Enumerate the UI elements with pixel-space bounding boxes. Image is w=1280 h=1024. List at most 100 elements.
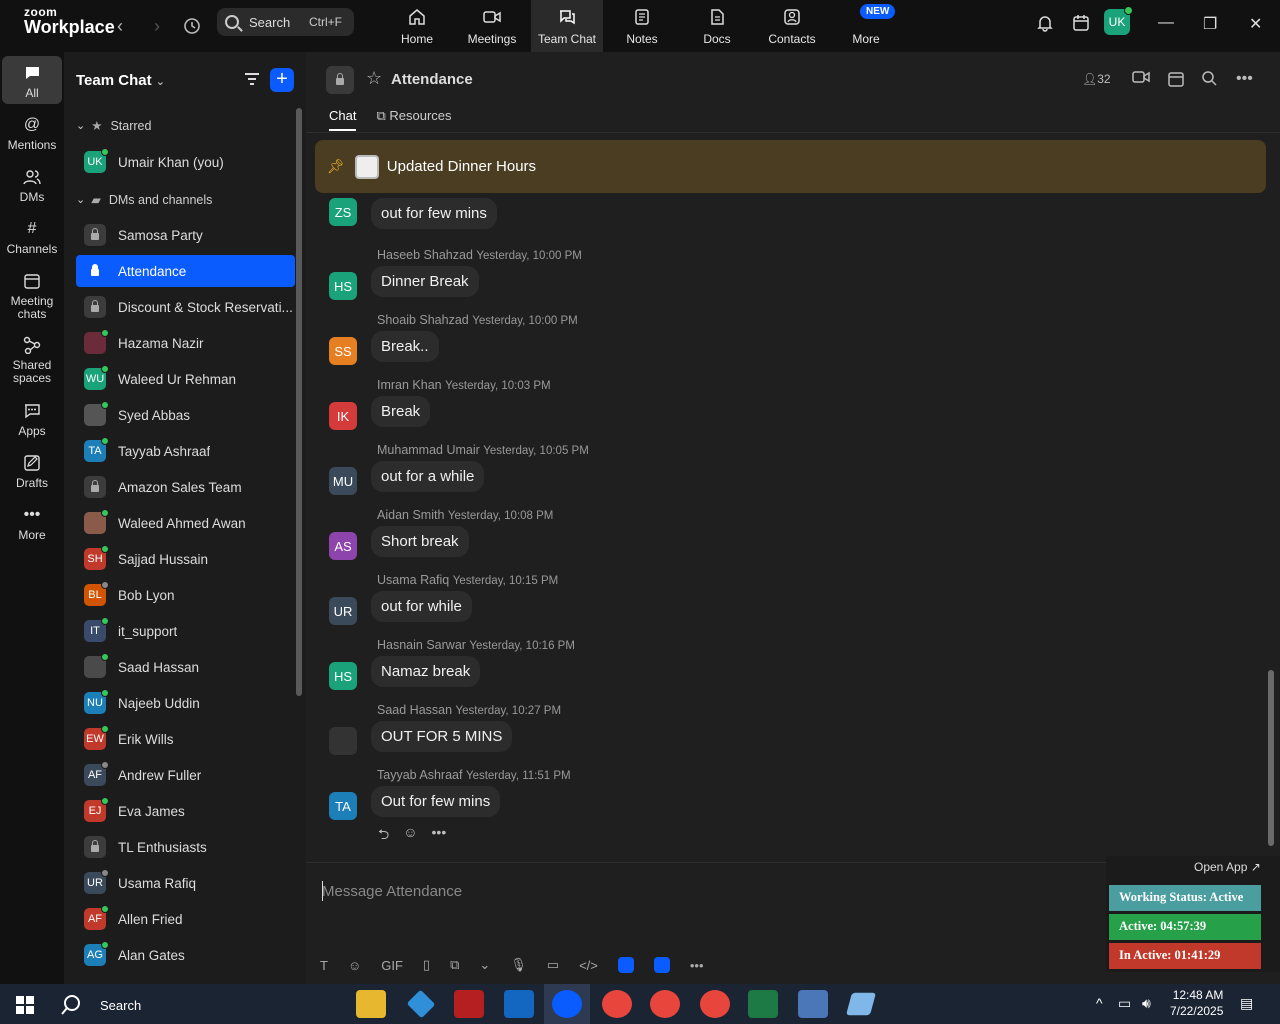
screenshot-icon[interactable]: ⧉: [450, 957, 459, 973]
taskbar-search[interactable]: Search: [60, 994, 141, 1016]
app-icon[interactable]: [653, 957, 670, 973]
network-icon[interactable]: ▭: [1118, 995, 1131, 1012]
sidebar-item[interactable]: IT it_support: [76, 615, 295, 647]
message-bubble[interactable]: out for while: [371, 591, 472, 622]
avatar[interactable]: TA: [329, 792, 357, 820]
tab-chat[interactable]: Chat: [329, 108, 357, 131]
sidebar-item[interactable]: Waleed Ahmed Awan: [76, 507, 295, 539]
avatar[interactable]: [329, 727, 357, 755]
chrome-icon[interactable]: [602, 990, 632, 1018]
tab-contacts[interactable]: Contacts: [756, 0, 828, 52]
filter-icon[interactable]: [244, 72, 260, 86]
tab-resources[interactable]: ⧉ Resources: [376, 108, 451, 131]
sender-name[interactable]: Imran Khan: [377, 378, 442, 392]
sidebar-item[interactable]: WU Waleed Ur Rehman: [76, 363, 295, 395]
file-icon[interactable]: ▯: [423, 957, 430, 973]
app-icon[interactable]: [845, 992, 877, 1016]
tab-meetings[interactable]: Meetings: [456, 0, 528, 52]
user-avatar[interactable]: UK: [1104, 6, 1133, 35]
message-bubble[interactable]: Break: [371, 396, 431, 427]
video-call-icon[interactable]: [1132, 70, 1150, 89]
sidebar-title[interactable]: Team Chat ⌄: [76, 72, 165, 89]
rail-all[interactable]: All: [2, 56, 62, 105]
app-icon[interactable]: [617, 957, 634, 973]
sidebar-item[interactable]: EJ Eva James: [76, 795, 295, 827]
avatar[interactable]: IK: [329, 402, 357, 430]
open-app-button[interactable]: Open App ↗: [1194, 860, 1261, 874]
forward-icon[interactable]: ›: [143, 12, 171, 40]
restore-icon[interactable]: ❐: [1203, 14, 1217, 34]
message-bubble[interactable]: out for a while: [371, 461, 485, 492]
chevron-up-icon[interactable]: ^: [1096, 995, 1103, 1011]
bell-icon[interactable]: [1036, 14, 1054, 37]
file-explorer-icon[interactable]: [356, 990, 386, 1018]
avatar[interactable]: HS: [329, 272, 357, 300]
tab-home[interactable]: Home: [381, 0, 453, 52]
sidebar-item[interactable]: NU Najeeb Uddin: [76, 687, 295, 719]
rail-shared-spaces[interactable]: Shared spaces: [0, 336, 64, 385]
sender-name[interactable]: Tayyab Ashraaf: [377, 768, 462, 782]
message-bubble[interactable]: Namaz break: [371, 656, 481, 687]
sidebar-item[interactable]: Samosa Party: [76, 219, 295, 251]
sidebar-scrollbar[interactable]: [296, 108, 302, 696]
sidebar-item[interactable]: BL Bob Lyon: [76, 579, 295, 611]
message-bubble[interactable]: out for few mins: [371, 198, 497, 229]
rail-more[interactable]: ••• More: [0, 506, 64, 542]
format-text-icon[interactable]: T: [320, 958, 328, 973]
sender-name[interactable]: Usama Rafiq: [377, 573, 449, 587]
sidebar-item[interactable]: Discount & Stock Reservati...: [76, 291, 295, 323]
tab-docs[interactable]: Docs: [681, 0, 753, 52]
gif-icon[interactable]: GIF: [381, 958, 403, 973]
sidebar-item[interactable]: UR Usama Rafiq: [76, 867, 295, 899]
rail-dms[interactable]: DMs: [0, 168, 64, 204]
sidebar-item[interactable]: Syed Abbas: [76, 399, 295, 431]
minimize-icon[interactable]: —: [1158, 14, 1174, 32]
sidebar-item[interactable]: Amazon Sales Team: [76, 471, 295, 503]
message-bubble[interactable]: Dinner Break: [371, 266, 479, 297]
sidebar-item[interactable]: EW Erik Wills: [76, 723, 295, 755]
video-message-icon[interactable]: ▭: [547, 957, 559, 973]
chevron-down-icon[interactable]: ⌄: [479, 957, 490, 973]
sidebar-item[interactable]: AF Andrew Fuller: [76, 759, 295, 791]
tab-team-chat[interactable]: Team Chat: [531, 0, 603, 52]
sidebar-item[interactable]: SH Sajjad Hussain: [76, 543, 295, 575]
rail-meeting-chats[interactable]: Meeting chats: [0, 272, 64, 321]
sender-name[interactable]: Muhammad Umair: [377, 443, 480, 457]
sender-name[interactable]: Hasnain Sarwar: [377, 638, 466, 652]
outlook-icon[interactable]: [504, 990, 534, 1018]
more-actions-icon[interactable]: •••: [432, 824, 447, 848]
avatar[interactable]: SS: [329, 337, 357, 365]
sidebar-item[interactable]: AG Alan Gates: [76, 939, 295, 971]
sidebar-item[interactable]: TL Enthusiasts: [76, 831, 295, 863]
sender-name[interactable]: Saad Hassan: [377, 703, 452, 717]
system-clock[interactable]: 12:48 AM 7/22/2025: [1170, 987, 1223, 1019]
rail-mentions[interactable]: @ Mentions: [0, 116, 64, 152]
chat-scrollbar[interactable]: [1268, 670, 1274, 846]
rail-drafts[interactable]: Drafts: [0, 454, 64, 490]
sidebar-item[interactable]: UK Umair Khan (you): [76, 146, 295, 178]
sidebar-item[interactable]: Saad Hassan: [76, 651, 295, 683]
message-bubble[interactable]: OUT FOR 5 MINS: [371, 721, 513, 752]
back-icon[interactable]: ‹: [106, 12, 134, 40]
new-chat-button[interactable]: +: [270, 68, 294, 92]
history-icon[interactable]: [178, 12, 206, 40]
sidebar-item[interactable]: AF Allen Fried: [76, 903, 295, 935]
sender-name[interactable]: Haseeb Shahzad: [377, 248, 473, 262]
close-icon[interactable]: ✕: [1249, 14, 1262, 34]
more-icon[interactable]: •••: [690, 958, 704, 973]
chrome-icon[interactable]: [650, 990, 680, 1018]
app-icon[interactable]: [406, 989, 436, 1019]
volume-icon[interactable]: 🔊︎: [1142, 995, 1151, 1012]
search-bar[interactable]: Search Ctrl+F: [217, 8, 354, 36]
section-starred[interactable]: ⌄ ★ Starred: [76, 118, 151, 134]
search-icon[interactable]: [1201, 70, 1217, 91]
channel-title[interactable]: Attendance: [391, 71, 473, 88]
avatar[interactable]: AS: [329, 532, 357, 560]
sender-name[interactable]: Aidan Smith: [377, 508, 444, 522]
notifications-icon[interactable]: ▤: [1240, 995, 1253, 1012]
message-bubble[interactable]: Short break: [371, 526, 469, 557]
microphone-icon[interactable]: 🎙: [510, 957, 527, 973]
emoji-icon[interactable]: ☺: [348, 958, 361, 973]
message-bubble[interactable]: Break..: [371, 331, 439, 362]
rail-channels[interactable]: # Channels: [0, 220, 64, 256]
